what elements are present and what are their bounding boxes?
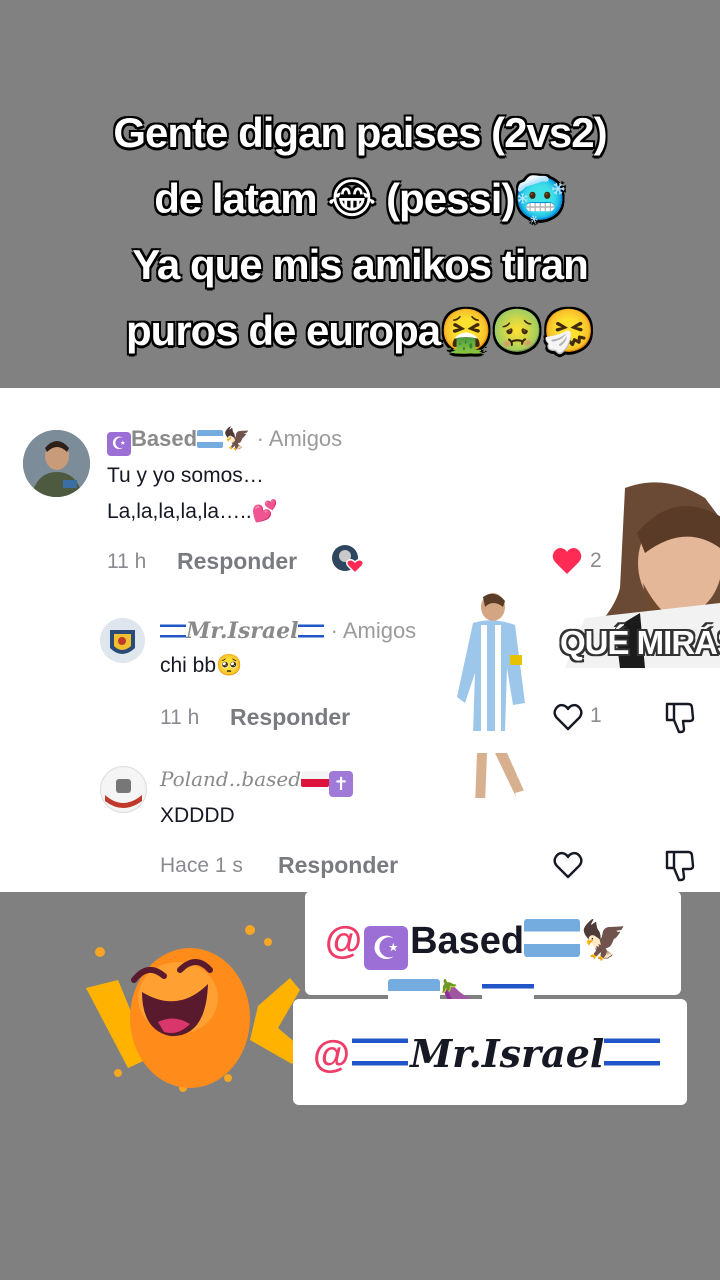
caption-line-3: Ya que mis amikos tiran	[132, 241, 589, 288]
laughing-sticker	[78, 918, 308, 1098]
creator-liked-badge	[331, 544, 365, 575]
messi-sticker-body	[455, 593, 550, 828]
comment-username[interactable]: Mr.Israel · Amigos	[160, 618, 416, 644]
reply-button[interactable]: Responder	[230, 704, 350, 731]
comment-panel: QUÉ MIRÁS B ☪Based🦅 · Amigos	[0, 388, 720, 892]
argentina-flag-icon	[524, 919, 581, 957]
mention-card[interactable]: @ Mr.Israel	[293, 999, 687, 1105]
latin-cross-icon: ✝	[329, 771, 354, 797]
mention-label: @ Mr.Israel	[313, 1031, 661, 1077]
crescent-icon: ☪	[364, 926, 409, 970]
israel-flag-icon	[160, 622, 186, 640]
caption-line-1: Gente digan paises (2vs2)	[113, 109, 607, 156]
poland-flag-icon	[301, 771, 330, 787]
caption-line-4: puros de europa🤮🤢🤧	[126, 307, 595, 354]
comment-text: Tu y yo somos… La,la,la,la,la…..💕	[107, 464, 278, 523]
like-count: 1	[590, 704, 602, 727]
video-caption: Gente digan paises (2vs2) de latam 😂 (pe…	[20, 100, 700, 364]
comment-username[interactable]: Poland..based ✝	[160, 766, 354, 797]
caption-line-2: de latam 😂 (pessi)🥶	[154, 175, 566, 222]
israel-flag-icon	[298, 622, 325, 640]
comment-time: 11 h	[107, 550, 147, 573]
thumb-down-icon[interactable]	[664, 700, 696, 734]
heart-icon[interactable]	[551, 546, 583, 576]
argentina-flag-icon	[197, 430, 224, 448]
comment-text: chi bb🥺	[160, 654, 243, 677]
like-count: 2	[590, 549, 602, 572]
heart-outline-icon[interactable]	[552, 850, 584, 880]
reply-button[interactable]: Responder	[278, 852, 398, 879]
comment-text: XDDDD	[160, 804, 235, 827]
comment-username[interactable]: ☪ Based 🦅 · Amigos	[107, 426, 342, 456]
comment-time: Hace 1 s	[160, 854, 243, 877]
israel-flag-icon	[604, 1033, 661, 1071]
sticker-caption: QUÉ MIRÁS B	[560, 624, 720, 661]
thumb-down-icon[interactable]	[664, 848, 696, 882]
avatar[interactable]	[100, 618, 145, 663]
avatar[interactable]	[100, 766, 147, 813]
crescent-icon: ☪	[107, 432, 131, 456]
eagle-icon: 🦅	[580, 920, 628, 962]
reply-button[interactable]: Responder	[177, 548, 297, 575]
mention-label: @ ☪ Based 🦅	[325, 919, 627, 970]
heart-outline-icon[interactable]	[552, 702, 584, 732]
israel-flag-icon	[352, 1033, 409, 1071]
comment-time: 11 h	[160, 706, 200, 729]
avatar[interactable]	[23, 430, 90, 497]
eagle-icon: 🦅	[223, 426, 251, 451]
